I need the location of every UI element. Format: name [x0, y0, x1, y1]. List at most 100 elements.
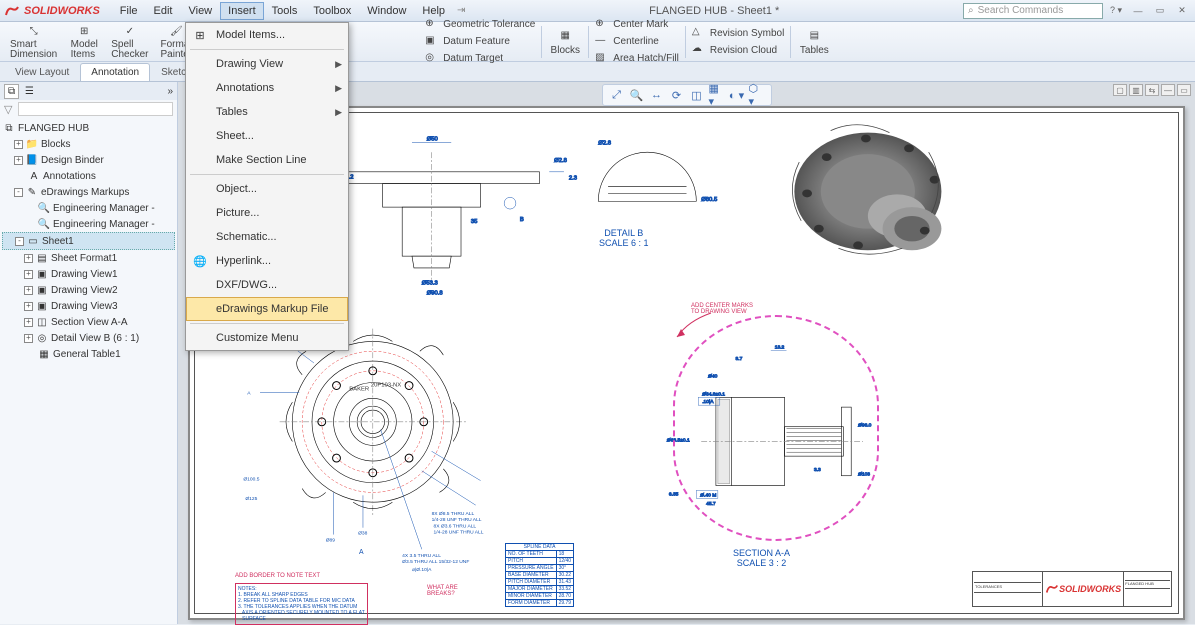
menu-edit[interactable]: Edit — [146, 2, 181, 20]
tree-node[interactable]: 🔍Engineering Manager - — [2, 200, 175, 216]
link-views-icon[interactable]: ⇆ — [1145, 84, 1159, 96]
zoom-area-icon[interactable]: 🔍 — [629, 87, 645, 103]
tree-expand-icon[interactable]: + — [24, 318, 33, 327]
svg-text:Ø100.5: Ø100.5 — [243, 477, 259, 483]
geotol-button[interactable]: ⊕Geometric Tolerance — [421, 17, 539, 33]
menu-file[interactable]: File — [112, 2, 146, 20]
tree-expand-icon[interactable]: + — [24, 334, 33, 343]
tree-node[interactable]: +◎Detail View B (6 : 1) — [2, 330, 175, 346]
tree-collapse-icon[interactable]: » — [167, 86, 173, 97]
menu-item-customize-menu[interactable]: Customize Menu — [186, 326, 348, 350]
tree-node[interactable]: AAnnotations — [2, 168, 175, 184]
help-dropdown-icon[interactable]: ? ▾ — [1107, 4, 1125, 18]
tree-root-label[interactable]: FLANGED HUB — [18, 123, 89, 134]
menu-window[interactable]: Window — [359, 2, 414, 20]
menu-item-model-items[interactable]: ⊞Model Items... — [186, 23, 348, 47]
tree-node[interactable]: 🔍Engineering Manager - — [2, 216, 175, 232]
menu-item-icon — [192, 128, 208, 144]
menu-item-edrawings-markup-file[interactable]: eDrawings Markup File — [186, 297, 348, 321]
tree-node[interactable]: +▤Sheet Format1 — [2, 250, 175, 266]
tree-expand-icon[interactable]: + — [24, 302, 33, 311]
section-icon[interactable]: ◫ — [689, 87, 705, 103]
menu-item-sheet[interactable]: Sheet... — [186, 124, 348, 148]
menu-insert[interactable]: Insert — [220, 2, 264, 20]
tree-node[interactable]: -✎eDrawings Markups — [2, 184, 175, 200]
tree-node[interactable]: -▭Sheet1 — [2, 232, 175, 250]
tree-expand-icon[interactable]: - — [14, 188, 23, 197]
tree-node[interactable]: +◫Section View A-A — [2, 314, 175, 330]
model-items-button[interactable]: ⊞Model Items — [63, 21, 105, 62]
menu-tools[interactable]: Tools — [264, 2, 306, 20]
menu-item-hyperlink[interactable]: 🌐Hyperlink... — [186, 249, 348, 273]
menu-view[interactable]: View — [180, 2, 220, 20]
tree-node[interactable]: +▣Drawing View1 — [2, 266, 175, 282]
menu-overflow-icon[interactable]: ⇥ — [457, 5, 465, 16]
smart-dim-button[interactable]: ⤡Smart Dimension — [4, 21, 63, 62]
restore-button[interactable]: ▭ — [1151, 4, 1169, 18]
blocks-button[interactable]: ▦Blocks — [544, 26, 586, 58]
menu-item-picture[interactable]: Picture... — [186, 201, 348, 225]
minimize-button[interactable]: — — [1129, 4, 1147, 18]
tree-expand-icon[interactable]: - — [15, 237, 24, 246]
feature-tree[interactable]: ⧉FLANGED HUB+📁Blocks+📘Design BinderAAnno… — [0, 118, 177, 364]
title-block: TOLERANCES SOLIDWORKS FLANGED HUB — [972, 571, 1172, 607]
close-button[interactable]: ✕ — [1173, 4, 1191, 18]
tree-node[interactable]: ▦General Table1 — [2, 346, 175, 362]
tree-node-label: Drawing View2 — [51, 285, 118, 296]
tree-tab-icon[interactable]: ☰ — [22, 85, 37, 98]
hide-show-icon[interactable]: ◐ ▾ — [729, 87, 745, 103]
menu-item-make-section-line[interactable]: Make Section Line — [186, 148, 348, 172]
cmark-button[interactable]: ⊕Center Mark — [591, 17, 683, 33]
svg-text:Ø90.8: Ø90.8 — [427, 290, 444, 296]
revcloud-button[interactable]: ☁Revision Cloud — [688, 42, 788, 58]
hatch-button[interactable]: ▨Area Hatch/Fill — [591, 51, 683, 67]
menu-item-schematic[interactable]: Schematic... — [186, 225, 348, 249]
tree-node[interactable]: +▣Drawing View3 — [2, 298, 175, 314]
menu-item-dxf-dwg[interactable]: DXF/DWG... — [186, 273, 348, 297]
datum-button[interactable]: ▣Datum Feature — [421, 34, 539, 50]
submenu-arrow-icon: ▶ — [335, 83, 342, 94]
tree-panel-tabs[interactable]: ⧉ ☰ » — [0, 82, 177, 100]
search-commands-input[interactable]: ⌕ Search Commands — [963, 3, 1103, 19]
tree-tab-icon[interactable]: ⧉ — [4, 84, 19, 99]
rotate-icon[interactable]: ⟳ — [669, 87, 685, 103]
two-view-icon[interactable]: ▥ — [1129, 84, 1143, 96]
revcloud-icon: ☁ — [692, 43, 706, 57]
cline-button[interactable]: —Centerline — [591, 34, 683, 50]
target-button[interactable]: ◎Datum Target — [421, 51, 539, 67]
svg-text:Ø80.5: Ø80.5 — [701, 197, 718, 203]
menu-item-drawing-view[interactable]: Drawing View▶ — [186, 52, 348, 76]
tree-expand-icon[interactable]: + — [14, 140, 23, 149]
tab-annotation[interactable]: Annotation — [80, 63, 150, 81]
menu-item-annotations[interactable]: Annotations▶ — [186, 76, 348, 100]
tree-node-label: Section View A-A — [51, 317, 128, 328]
maximize-viewport-icon[interactable]: ▭ — [1177, 84, 1191, 96]
markup-arrow-icon — [673, 311, 713, 341]
table-icon: ▦ — [37, 347, 51, 361]
tables-button[interactable]: ▤Tables — [793, 26, 835, 58]
svg-text:A: A — [247, 390, 251, 396]
tree-filter-input[interactable] — [18, 102, 173, 116]
menu-toolbox[interactable]: Toolbox — [305, 2, 359, 20]
tab-view-layout[interactable]: View Layout — [4, 63, 80, 81]
display-style-icon[interactable]: ▦ ▾ — [709, 87, 725, 103]
tree-expand-icon[interactable]: + — [24, 270, 33, 279]
spell-button[interactable]: ✓Spell Checker — [105, 21, 154, 62]
zoom-fit-icon[interactable]: ⤢ — [609, 87, 625, 103]
pan-icon[interactable]: ↔ — [649, 87, 665, 103]
minimize-viewport-icon[interactable]: — — [1161, 84, 1175, 96]
menu-item-object[interactable]: Object... — [186, 177, 348, 201]
tree-node[interactable]: +📁Blocks — [2, 136, 175, 152]
tree-node[interactable]: +▣Drawing View2 — [2, 282, 175, 298]
app-logo: SOLIDWORKS — [4, 3, 100, 19]
revsym-button[interactable]: △Revision Symbol — [688, 25, 788, 41]
single-view-icon[interactable]: ▢ — [1113, 84, 1127, 96]
tree-node[interactable]: +📘Design Binder — [2, 152, 175, 168]
tree-expand-icon[interactable]: + — [24, 286, 33, 295]
menu-item-tables[interactable]: Tables▶ — [186, 100, 348, 124]
filter-icon[interactable]: ▽ — [4, 103, 18, 116]
scene-icon[interactable]: ⬡ ▾ — [749, 87, 765, 103]
view-icon: ▣ — [35, 267, 49, 281]
tree-expand-icon[interactable]: + — [14, 156, 23, 165]
tree-expand-icon[interactable]: + — [24, 254, 33, 263]
